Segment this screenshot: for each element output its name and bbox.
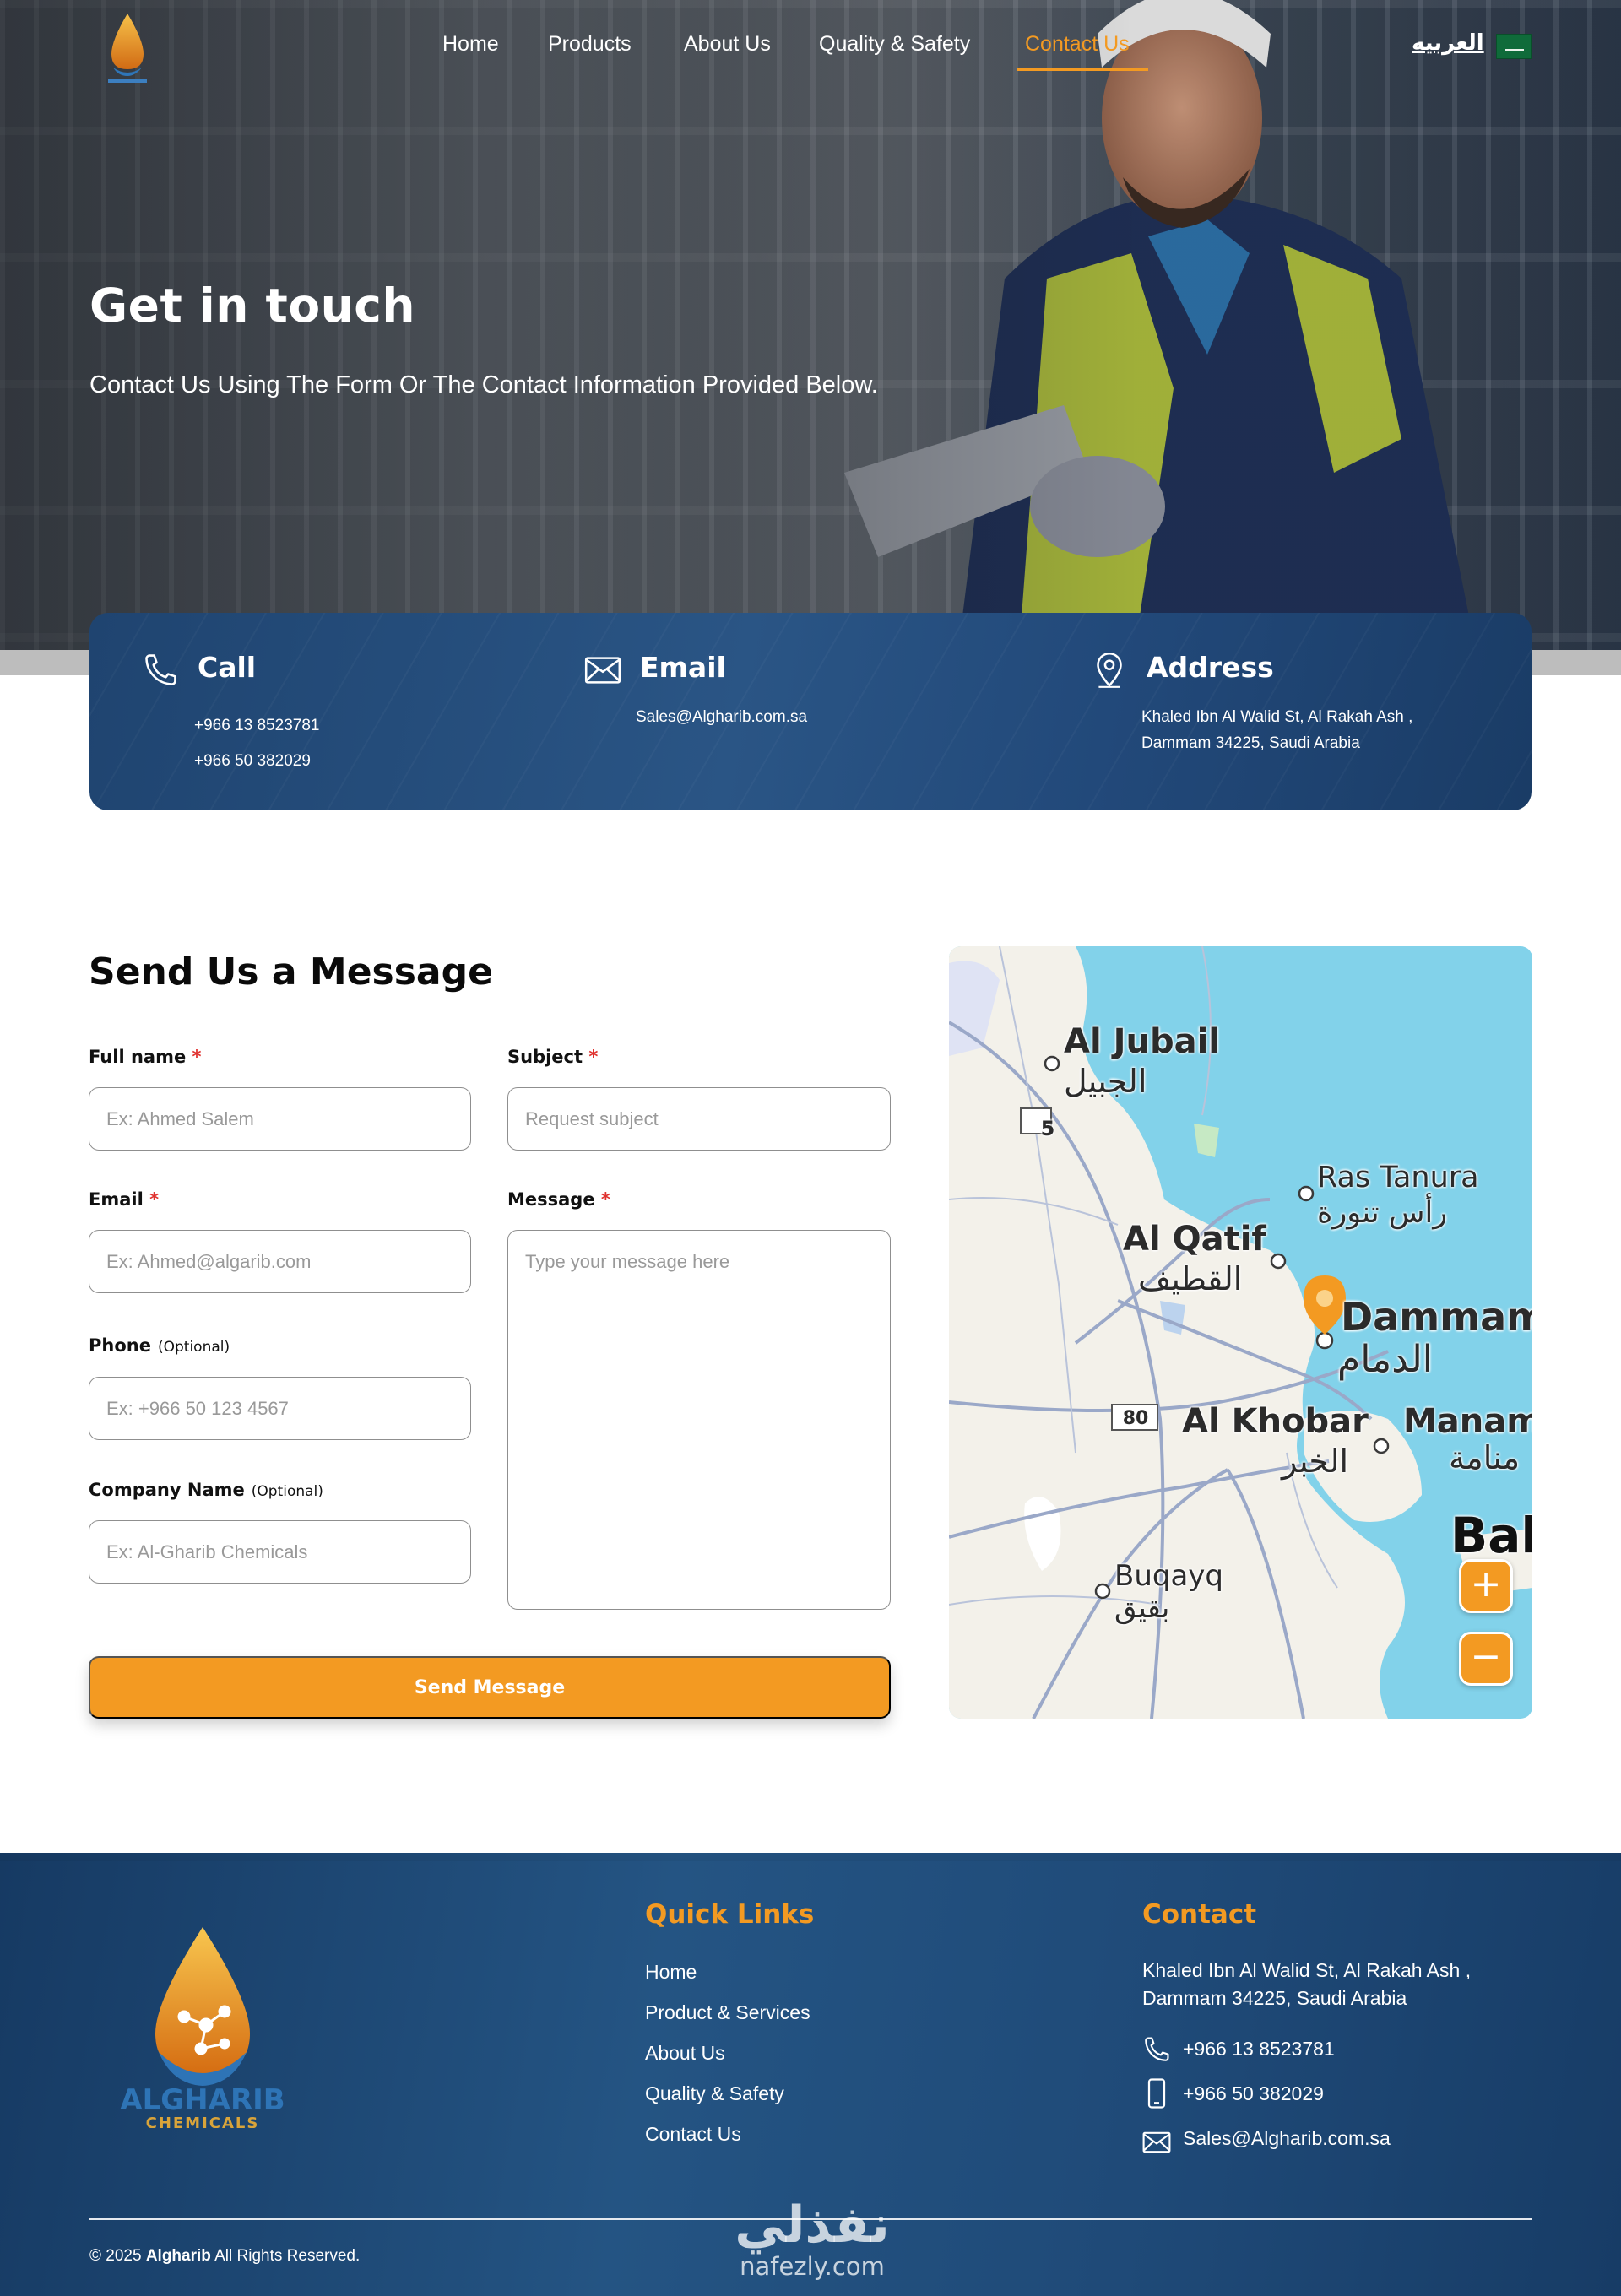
full-name-input[interactable]: Ex: Ahmed Salem: [89, 1087, 471, 1151]
language-switch[interactable]: العربيه: [1412, 30, 1484, 56]
road-5-shield: 5: [1040, 1117, 1055, 1140]
call-title: Call: [198, 651, 257, 684]
address-line-1: Khaled Ibn Al Walid St, Al Rakah Ash ,: [1141, 708, 1413, 726]
zoom-out-button[interactable]: −: [1459, 1632, 1513, 1686]
footer-phone-2[interactable]: +966 50 382029: [1183, 2080, 1324, 2108]
nav-contact-us[interactable]: Contact Us: [1025, 32, 1130, 57]
call-phone-2[interactable]: +966 50 382029: [194, 748, 311, 774]
footer-link-about-us[interactable]: About Us: [645, 2042, 725, 2065]
email-input[interactable]: Ex: Ahmed@algarib.com: [89, 1230, 471, 1293]
footer-envelope-icon: [1142, 2131, 1171, 2153]
phone-label: Phone (Optional): [89, 1335, 230, 1356]
footer-link-home[interactable]: Home: [645, 1961, 697, 1984]
call-phone-1[interactable]: +966 13 8523781: [194, 712, 319, 739]
contact-page: Home Products About Us Quality & Safety …: [0, 0, 1621, 2296]
nav-home[interactable]: Home: [442, 32, 499, 57]
message-textarea[interactable]: Type your message here: [507, 1230, 891, 1610]
map-label-al-khobar: Al Khobar: [1182, 1402, 1369, 1441]
email-address[interactable]: Sales@Algharib.com.sa: [636, 704, 807, 730]
hero-title: Get in touch: [89, 279, 416, 333]
footer-address-line-1: Khaled Ibn Al Walid St, Al Rakah Ash ,: [1142, 1959, 1472, 1981]
full-name-label: Full name *: [89, 1047, 202, 1067]
footer-contact-title: Contact: [1142, 1899, 1257, 1930]
main-nav: Home Products About Us Quality & Safety …: [0, 32, 1621, 71]
map-label-buqayq-ar: بقيق: [1114, 1591, 1170, 1625]
map-label-ras-tanura: Ras Tanura: [1317, 1161, 1479, 1194]
nav-about-us[interactable]: About Us: [684, 32, 771, 57]
saudi-flag-icon[interactable]: [1496, 34, 1532, 59]
footer-mobile-icon: [1147, 2078, 1166, 2109]
form-title: Send Us a Message: [89, 950, 493, 994]
road-80-shield: 80: [1122, 1408, 1149, 1429]
contact-info-card: Call +966 13 8523781 +966 50 382029 Emai…: [89, 613, 1532, 810]
footer-link-products-services[interactable]: Product & Services: [645, 2001, 810, 2024]
hero-section: Home Products About Us Quality & Safety …: [0, 0, 1621, 675]
subject-input[interactable]: Request subject: [507, 1087, 891, 1151]
company-label: Company Name (Optional): [89, 1480, 323, 1500]
map-label-al-qatif: Al Qatif: [1123, 1220, 1266, 1259]
map-label-al-qatif-ar: القطيف: [1138, 1260, 1243, 1297]
map-label-dammam: Dammam: [1341, 1294, 1532, 1340]
footer-link-quality-safety[interactable]: Quality & Safety: [645, 2082, 784, 2105]
map-label-al-khobar-ar: الخبر: [1282, 1443, 1349, 1480]
subject-label: Subject *: [507, 1047, 599, 1067]
address-title: Address: [1147, 651, 1274, 684]
send-message-button[interactable]: Send Message: [89, 1656, 891, 1719]
phone-input[interactable]: Ex: +966 50 123 4567: [89, 1377, 471, 1440]
footer-phone-1[interactable]: +966 13 8523781: [1183, 2035, 1335, 2063]
active-nav-indicator: [1017, 68, 1148, 71]
hero-subtitle: Contact Us Using The Form Or The Contact…: [89, 371, 878, 398]
nafezly-watermark: نفذلي nafezly.com: [735, 2196, 890, 2281]
location-pin-icon: [1097, 652, 1122, 688]
copyright-text: © 2025 Algharib All Rights Reserved.: [89, 2247, 361, 2265]
footer-brand-logo[interactable]: ALGHARIB CHEMICALS: [106, 1925, 301, 2128]
map-label-manama: Manam: [1403, 1402, 1532, 1441]
map-label-al-jubail-ar: الجبيل: [1064, 1063, 1147, 1100]
footer-address-line-2: Dammam 34225, Saudi Arabia: [1142, 1987, 1407, 2009]
map-label-bahrain: Bal: [1450, 1507, 1532, 1564]
map-label-al-jubail: Al Jubail: [1064, 1022, 1220, 1061]
map-label-ras-tanura-ar: رأس تنورة: [1317, 1196, 1448, 1230]
map-label-dammam-ar: الدمام: [1337, 1338, 1433, 1381]
address-line-2: Dammam 34225, Saudi Arabia: [1141, 734, 1360, 752]
footer-brand-name: ALGHARIB: [120, 2083, 285, 2117]
envelope-icon: [584, 657, 621, 684]
location-map[interactable]: 5 80 Al Jubail الجبيل Ras Tanura رأس تنو…: [949, 946, 1532, 1719]
site-footer: ALGHARIB CHEMICALS Quick Links Home Prod…: [0, 1853, 1621, 2296]
footer-link-contact-us[interactable]: Contact Us: [645, 2123, 741, 2146]
quick-links-title: Quick Links: [645, 1899, 815, 1930]
footer-email[interactable]: Sales@Algharib.com.sa: [1183, 2125, 1391, 2152]
email-label: Email *: [89, 1189, 160, 1210]
map-label-manama-ar: منامة: [1449, 1439, 1521, 1476]
phone-icon: [145, 654, 176, 685]
message-label: Message *: [507, 1189, 610, 1210]
footer-phone-icon: [1145, 2037, 1169, 2061]
nav-products[interactable]: Products: [548, 32, 632, 57]
company-input[interactable]: Ex: Al-Gharib Chemicals: [89, 1520, 471, 1584]
zoom-in-button[interactable]: +: [1459, 1559, 1513, 1613]
footer-brand-sub: CHEMICALS: [146, 2115, 260, 2128]
map-label-buqayq: Buqayq: [1114, 1559, 1223, 1593]
nav-quality-safety[interactable]: Quality & Safety: [819, 32, 970, 57]
email-title: Email: [640, 651, 726, 684]
